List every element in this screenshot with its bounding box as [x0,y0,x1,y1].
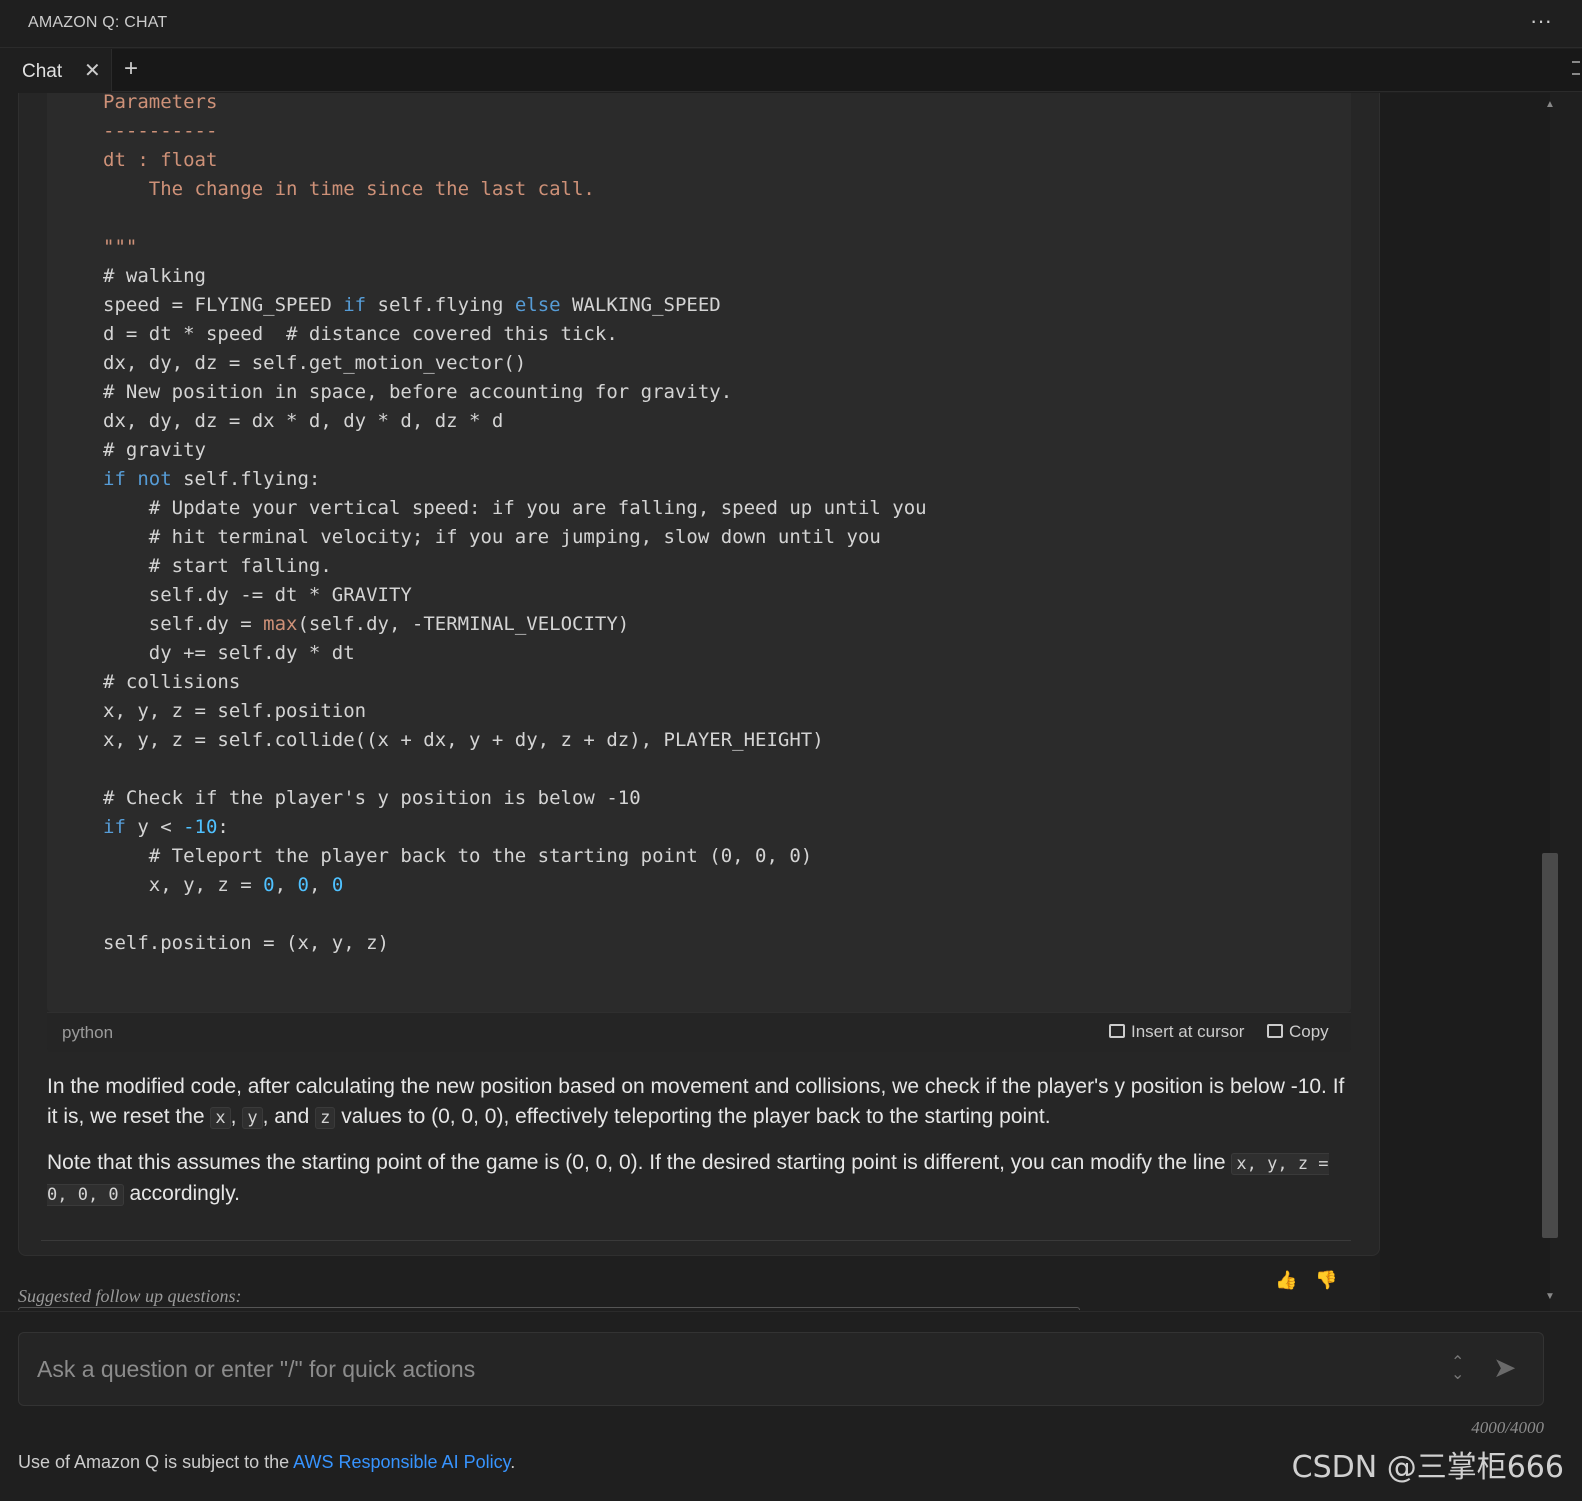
code-line: # walking [103,265,206,287]
tab-chat[interactable]: Chat ✕ [0,49,112,92]
watermark: CSDN @三掌柜666 [1291,1450,1564,1485]
prompt-input[interactable] [37,1333,1437,1405]
paragraph-text: values to (0, 0, 0), effectively telepor… [335,1105,1051,1128]
code-line: x, y, z = self.position [103,700,367,722]
inline-code: y [242,1107,263,1129]
scroll-thumb[interactable] [1542,853,1558,1238]
policy-link[interactable]: AWS Responsible AI Policy [293,1452,510,1472]
code-line: """ [103,236,138,258]
code-line: Parameters [103,93,218,113]
code-footer: python Insert at cursor Copy [47,1012,1351,1052]
inline-code: x [210,1107,231,1129]
code-line: if not self.flying: [103,468,321,490]
scrollbar[interactable]: ▲ ▼ [1540,93,1560,1311]
right-gutter [1380,93,1550,1311]
paragraph-text: , and [262,1105,316,1128]
code-language: python [62,1023,114,1042]
code-line: # start falling. [103,555,332,577]
code-line: x, y, z = 0, 0, 0 [103,874,344,896]
code-line: # Teleport the player back to the starti… [103,845,813,867]
expand-icon[interactable]: ⌃ ⌄ [1451,1355,1464,1383]
copy-button[interactable]: Copy [1267,1022,1329,1042]
code-content: Parameters ---------- dt : float The cha… [103,93,927,958]
conversation: Parameters ---------- dt : float The cha… [0,93,1582,1311]
response-paragraph: Note that this assumes the starting poin… [47,1148,1347,1210]
more-actions-button[interactable]: ··· [1530,8,1552,34]
code-line: # collisions [103,671,241,693]
code-line: # gravity [103,439,206,461]
input-area: ⌃⌄ ➤ 4000/4000 Use of Amazon Q is subjec… [0,1311,1582,1501]
disclaimer: Use of Amazon Q is subject to the AWS Re… [18,1452,515,1473]
tab-label: Chat [22,61,63,82]
thumbs-up-icon[interactable]: 👍 [1275,1270,1297,1291]
prompt-box: ⌃⌄ ➤ [18,1332,1544,1406]
response-paragraph: In the modified code, after calculating … [47,1072,1347,1133]
thumbs-down-icon[interactable]: 👎 [1315,1270,1337,1291]
insert-at-cursor-button[interactable]: Insert at cursor [1109,1022,1244,1042]
disclaimer-end: . [510,1452,516,1472]
code-line: if y < -10: [103,816,229,838]
scroll-down-icon[interactable]: ▼ [1545,1291,1555,1302]
code-line: dt : float [103,149,218,171]
code-line: self.dy -= dt * GRAVITY [103,584,412,606]
paragraph-text: , [230,1105,243,1128]
code-line: # Check if the player's y position is be… [103,787,641,809]
code-line: The change in time since the last call. [103,178,595,200]
code-line: # New position in space, before accounti… [103,381,733,403]
followup-label: Suggested follow up questions: [18,1286,242,1306]
tab-bar: Chat ✕ + [0,49,1582,92]
code-block: Parameters ---------- dt : float The cha… [47,93,1351,1012]
disclaimer-text: Use of Amazon Q is subject to the [18,1452,294,1472]
followup-item[interactable] [18,1307,1080,1310]
code-line: # hit terminal velocity; if you are jump… [103,526,881,548]
insert-icon [1109,1024,1125,1038]
inline-code: z [315,1107,336,1129]
code-line: self.position = (x, y, z) [103,932,389,954]
close-icon[interactable]: ✕ [84,58,101,83]
code-line: x, y, z = self.collide((x + dx, y + dy, … [103,729,824,751]
code-line: speed = FLYING_SPEED if self.flying else… [103,294,721,316]
copy-label: Copy [1289,1022,1329,1041]
code-line: ---------- [103,120,218,142]
send-icon[interactable]: ➤ [1493,1351,1516,1384]
divider [41,1240,1351,1241]
copy-icon [1267,1024,1283,1038]
code-line: d = dt * speed # distance covered this t… [103,323,618,345]
code-line: # Update your vertical speed: if you are… [103,497,927,519]
char-count: 4000/4000 [1471,1418,1544,1437]
scroll-up-icon[interactable]: ▲ [1545,99,1555,110]
code-line: dy += self.dy * dt [103,642,355,664]
paragraph-text: accordingly. [123,1182,240,1205]
code-line: dx, dy, dz = dx * d, dy * d, dz * d [103,410,504,432]
panel-title: AMAZON Q: CHAT [28,14,168,31]
code-line: self.dy = max(self.dy, -TERMINAL_VELOCIT… [103,613,630,635]
add-tab-button[interactable]: + [124,55,138,83]
code-line: dx, dy, dz = self.get_motion_vector() [103,352,527,374]
overflow-icon [1572,61,1580,75]
paragraph-text: Note that this assumes the starting poin… [47,1151,1232,1174]
panel-header: AMAZON Q: CHAT ··· [0,0,1582,48]
insert-label: Insert at cursor [1131,1022,1245,1041]
assistant-message: Parameters ---------- dt : float The cha… [18,93,1380,1290]
